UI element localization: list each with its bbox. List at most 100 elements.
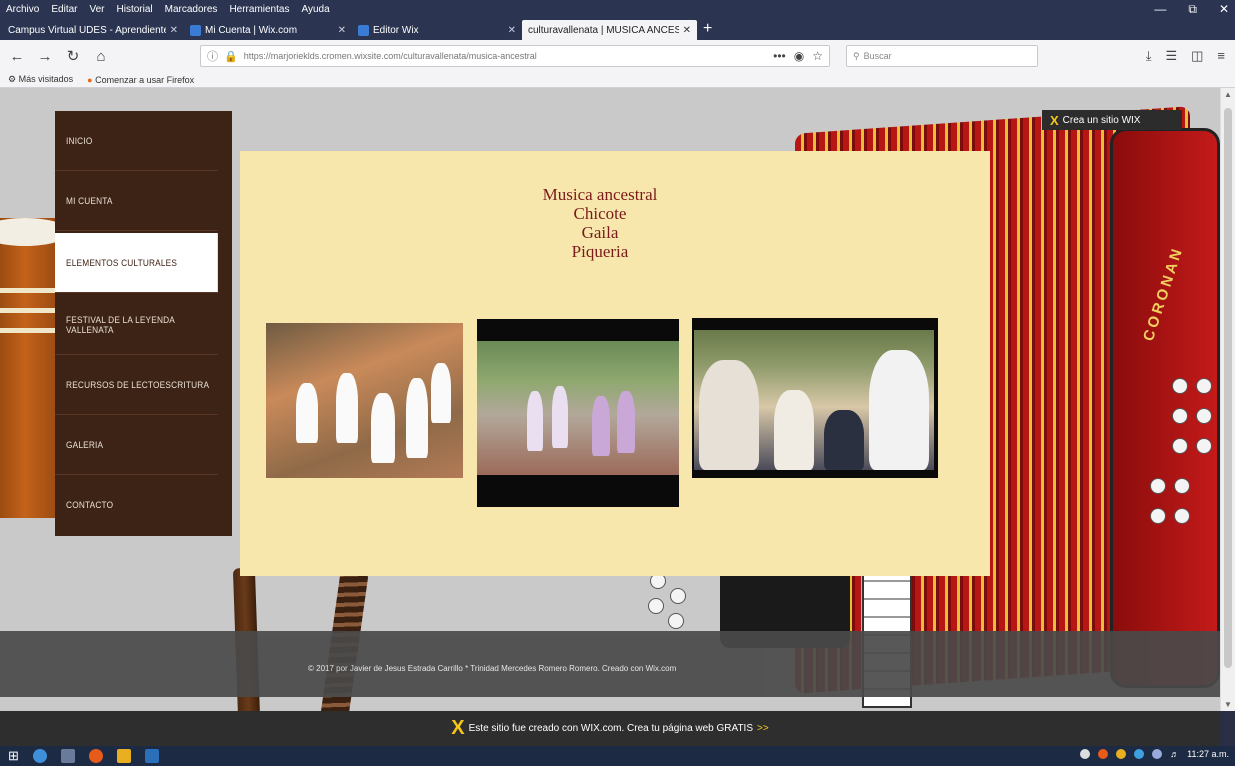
photo-figure bbox=[296, 383, 318, 443]
accordion-button bbox=[1174, 478, 1190, 494]
menu-archivo[interactable]: Archivo bbox=[6, 4, 39, 15]
accordion-button bbox=[1196, 438, 1212, 454]
tray-icon[interactable] bbox=[1080, 749, 1091, 759]
network-icon[interactable] bbox=[1152, 749, 1163, 759]
photo-figure bbox=[617, 391, 635, 453]
accordion-button bbox=[1150, 478, 1166, 494]
home-icon[interactable]: ⌂ bbox=[92, 48, 110, 65]
tab-strip: Campus Virtual UDES - Aprendiente ✕ Mi C… bbox=[0, 18, 1235, 40]
menu-ver[interactable]: Ver bbox=[89, 4, 104, 15]
scroll-down-icon[interactable]: ▼ bbox=[1224, 700, 1232, 709]
accordion-button bbox=[1174, 508, 1190, 524]
close-tab-icon[interactable]: ✕ bbox=[683, 25, 691, 36]
library-icon[interactable]: ☰ bbox=[1165, 48, 1177, 64]
app-icon[interactable] bbox=[60, 749, 75, 763]
photo-plaza-dancers[interactable] bbox=[477, 319, 679, 507]
wix-promo-banner[interactable]: X Este sitio fue creado con WIX.com. Cre… bbox=[0, 711, 1220, 746]
navigation-toolbar: ← → ↻ ⌂ ⓘ 🔒 https://marjorieklds.cromen.… bbox=[0, 40, 1235, 72]
lock-icon: 🔒 bbox=[224, 50, 238, 63]
bookmark-star-icon[interactable]: ☆ bbox=[812, 49, 823, 63]
wix-create-site-badge[interactable]: X Crea un sitio WIX bbox=[1042, 110, 1182, 130]
bookmarks-toolbar: ⚙ Más visitados ● Comenzar a usar Firefo… bbox=[0, 72, 1235, 88]
tab-label: Editor Wix bbox=[373, 24, 419, 36]
address-bar[interactable]: ⓘ 🔒 https://marjorieklds.cromen.wixsite.… bbox=[200, 45, 830, 67]
gear-icon: ⚙ bbox=[8, 74, 17, 84]
wix-favicon-icon bbox=[358, 24, 369, 36]
url-text: https://marjorieklds.cromen.wixsite.com/… bbox=[243, 51, 537, 61]
accordion-button bbox=[668, 613, 684, 629]
photo-figure bbox=[431, 363, 451, 423]
menu-editar[interactable]: Editar bbox=[51, 4, 77, 15]
tray-icon[interactable] bbox=[1116, 749, 1127, 759]
search-input[interactable]: ⚲ Buscar bbox=[846, 45, 1038, 67]
photo-piqueria-singers[interactable] bbox=[692, 318, 938, 478]
reload-icon[interactable]: ↻ bbox=[64, 47, 82, 65]
firefox-icon: ● bbox=[87, 74, 93, 85]
menu-herramientas[interactable]: Herramientas bbox=[229, 4, 289, 15]
heading-line-piqueria: Piqueria bbox=[571, 242, 629, 261]
site-nav-contacto[interactable]: CONTACTO bbox=[55, 475, 218, 535]
restore-icon[interactable]: ⧉ bbox=[1188, 2, 1197, 17]
accordion-button bbox=[670, 588, 686, 604]
page-scrollbar[interactable]: ▲ ▼ bbox=[1220, 88, 1235, 711]
close-window-icon[interactable]: ✕ bbox=[1219, 2, 1229, 16]
site-nav-galeria[interactable]: GALERIA bbox=[55, 415, 218, 475]
photo-figure bbox=[824, 410, 864, 470]
footer-copyright: © 2017 por Javier de Jesus Estrada Carri… bbox=[308, 664, 677, 673]
browser-menubar: Archivo Editar Ver Historial Marcadores … bbox=[0, 0, 1235, 18]
menu-historial[interactable]: Historial bbox=[117, 4, 153, 15]
file-explorer-icon[interactable] bbox=[116, 749, 131, 763]
tab-label: culturavallenata | MUSICA ANCESTR bbox=[528, 24, 679, 36]
menu-marcadores[interactable]: Marcadores bbox=[165, 4, 218, 15]
site-nav-recursos[interactable]: RECURSOS DE LECTOESCRITURA bbox=[55, 355, 218, 415]
scroll-up-icon[interactable]: ▲ bbox=[1224, 90, 1232, 99]
windows-start-icon[interactable]: ⊞ bbox=[8, 748, 19, 764]
photo-scene bbox=[477, 341, 679, 475]
scrollbar-thumb[interactable] bbox=[1224, 108, 1232, 668]
chrome-icon[interactable] bbox=[32, 749, 47, 763]
page-actions-icon[interactable]: ••• bbox=[773, 49, 786, 63]
photo-figure bbox=[552, 386, 568, 448]
forward-icon[interactable]: → bbox=[36, 48, 54, 65]
close-tab-icon[interactable]: ✕ bbox=[508, 25, 516, 36]
close-tab-icon[interactable]: ✕ bbox=[338, 25, 346, 36]
clock[interactable]: 11:27 a.m. bbox=[1187, 749, 1229, 759]
bookmark-mas-visitados[interactable]: ⚙ Más visitados bbox=[8, 74, 73, 85]
downloads-icon[interactable]: ⤓ bbox=[1146, 48, 1152, 64]
tab-culturavallenata[interactable]: culturavallenata | MUSICA ANCESTR ✕ bbox=[522, 20, 697, 40]
photo-children-dance[interactable] bbox=[266, 323, 463, 478]
accordion-button bbox=[1150, 508, 1166, 524]
search-icon: ⚲ bbox=[853, 50, 860, 61]
tab-editor-wix[interactable]: Editor Wix ✕ bbox=[352, 20, 522, 40]
accordion-button bbox=[1172, 378, 1188, 394]
sidebar-icon[interactable]: ◫ bbox=[1191, 48, 1203, 64]
bookmark-label: Comenzar a usar Firefox bbox=[95, 74, 195, 85]
photo-figure bbox=[406, 378, 428, 458]
info-icon[interactable]: ⓘ bbox=[207, 48, 218, 64]
tray-icon[interactable] bbox=[1134, 749, 1145, 759]
new-tab-icon[interactable]: + bbox=[703, 20, 712, 40]
tray-icon[interactable] bbox=[1098, 749, 1109, 759]
site-nav-elementos-culturales[interactable]: ELEMENTOS CULTURALES bbox=[55, 233, 218, 293]
app-icon[interactable] bbox=[144, 749, 159, 763]
minimize-icon[interactable]: — bbox=[1154, 2, 1166, 16]
pocket-icon[interactable]: ◉ bbox=[794, 49, 804, 63]
photo-figure bbox=[592, 396, 610, 456]
hamburger-menu-icon[interactable]: ≡ bbox=[1217, 48, 1225, 64]
menu-ayuda[interactable]: Ayuda bbox=[301, 4, 329, 15]
bookmark-firefox[interactable]: ● Comenzar a usar Firefox bbox=[87, 75, 194, 85]
wix-logo-icon: X bbox=[1050, 112, 1059, 128]
back-icon[interactable]: ← bbox=[8, 48, 26, 65]
wix-banner-arrows: >> bbox=[757, 723, 769, 734]
site-nav-inicio[interactable]: INICIO bbox=[55, 111, 218, 171]
tab-mi-cuenta[interactable]: Mi Cuenta | Wix.com ✕ bbox=[184, 20, 352, 40]
photo-figure bbox=[869, 350, 929, 470]
photo-scene bbox=[694, 330, 934, 470]
tab-campus-virtual[interactable]: Campus Virtual UDES - Aprendiente ✕ bbox=[2, 20, 184, 40]
site-nav-festival[interactable]: FESTIVAL DE LA LEYENDA VALLENATA bbox=[55, 295, 218, 355]
close-tab-icon[interactable]: ✕ bbox=[170, 25, 178, 36]
windows-taskbar: ⊞ ♬ 11:27 a.m. bbox=[0, 746, 1235, 766]
firefox-taskbar-icon[interactable] bbox=[88, 749, 103, 763]
site-nav-mi-cuenta[interactable]: MI CUENTA bbox=[55, 171, 218, 231]
volume-icon[interactable]: ♬ bbox=[1170, 749, 1179, 759]
